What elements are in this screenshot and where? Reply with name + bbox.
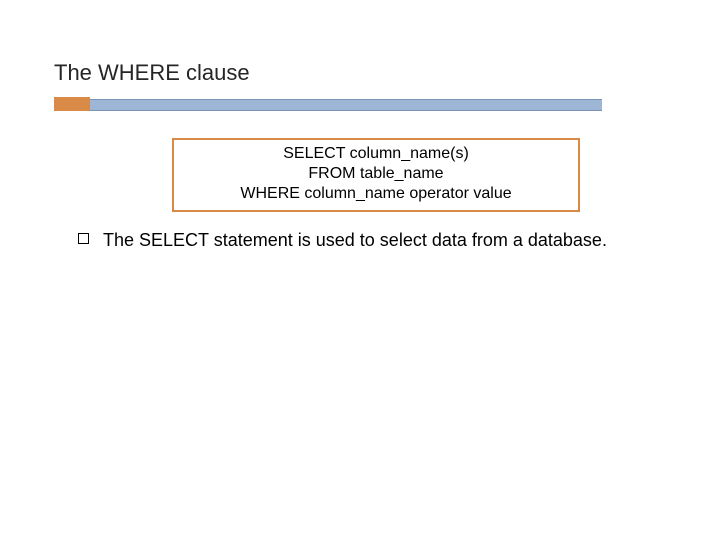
accent-block	[54, 97, 90, 111]
body-bullet-row: The SELECT statement is used to select d…	[78, 230, 660, 251]
code-line: FROM table_name	[182, 164, 570, 184]
title-underline-bar	[90, 99, 602, 111]
square-bullet-icon	[78, 233, 89, 244]
title-rule	[0, 97, 720, 113]
code-line: SELECT column_name(s)	[182, 144, 570, 164]
slide: The WHERE clause SELECT column_name(s) F…	[0, 0, 720, 540]
sql-syntax-box: SELECT column_name(s) FROM table_name WH…	[172, 138, 580, 212]
slide-title: The WHERE clause	[54, 60, 250, 86]
body-text: The SELECT statement is used to select d…	[103, 230, 607, 251]
code-line: WHERE column_name operator value	[182, 184, 570, 204]
